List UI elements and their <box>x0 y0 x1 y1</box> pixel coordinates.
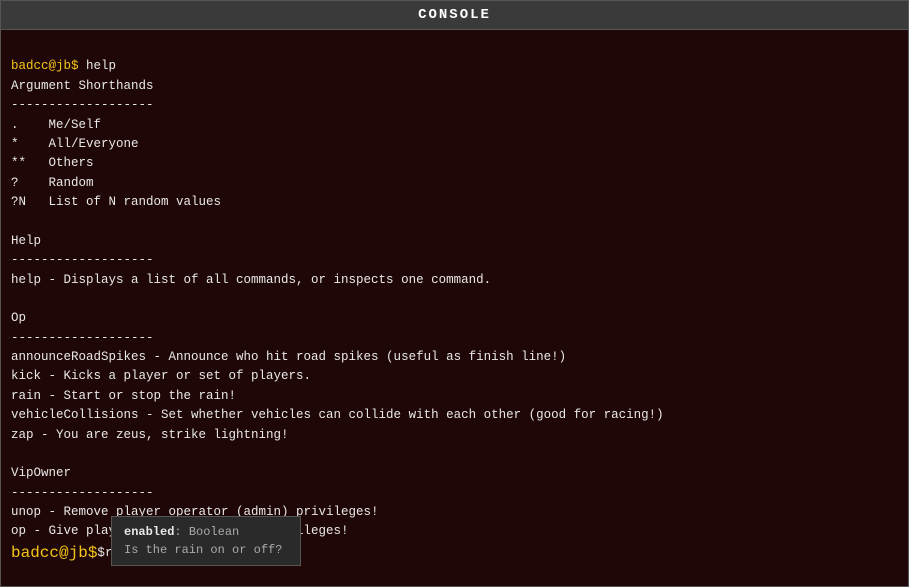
input-dollar: $ <box>97 546 105 560</box>
initial-command: help <box>79 59 117 73</box>
tooltip-description: Is the rain on or off? <box>124 543 288 557</box>
title-bar: CONSOLE <box>1 1 908 30</box>
tooltip-param-line: enabled: Boolean <box>124 525 288 539</box>
tooltip-param-name: enabled <box>124 525 174 539</box>
tooltip-param-type: Boolean <box>189 525 239 539</box>
prompt-label: badcc@jb$ <box>11 59 79 73</box>
window-title: CONSOLE <box>418 7 491 23</box>
autocomplete-tooltip: enabled: Boolean Is the rain on or off? <box>111 516 301 566</box>
console-body[interactable]: badcc@jb$ help Argument Shorthands -----… <box>1 30 908 586</box>
console-window: CONSOLE badcc@jb$ help Argument Shorthan… <box>0 0 909 587</box>
input-prompt: badcc@jb$ <box>11 544 97 562</box>
console-output: badcc@jb$ help Argument Shorthands -----… <box>11 38 898 542</box>
tooltip-param-separator: : <box>174 525 188 539</box>
